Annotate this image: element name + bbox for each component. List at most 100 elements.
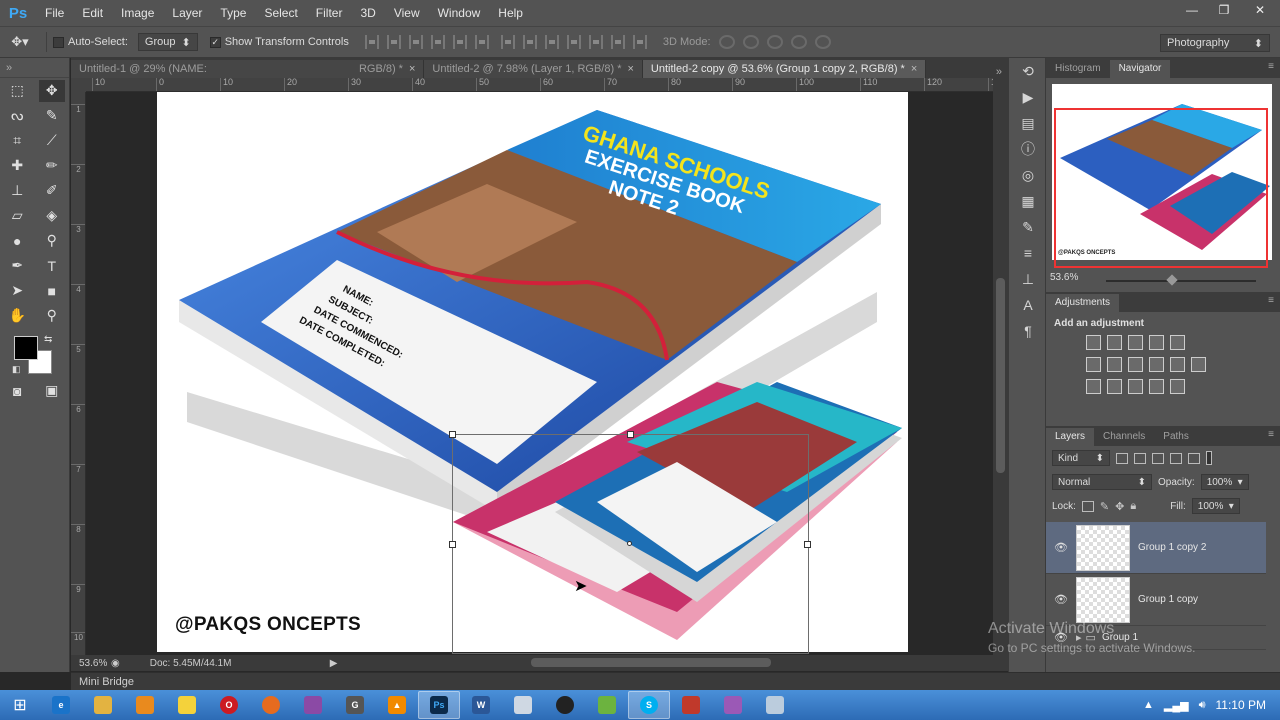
levels-icon[interactable] (1107, 335, 1122, 350)
layer-name[interactable]: Group 1 copy 2 (1138, 542, 1206, 553)
zoom-icon[interactable]: ◉ (111, 658, 120, 669)
align-bottom-icon[interactable] (408, 35, 423, 49)
navigator-thumbnail[interactable]: @PAKQS ONCEPTS (1052, 84, 1272, 268)
navigator-zoom-slider[interactable] (1106, 274, 1256, 286)
panel-menu-icon[interactable]: ≡ (1268, 295, 1274, 306)
tab-paths[interactable]: Paths (1154, 428, 1198, 446)
toolbox-collapse-icon[interactable]: » (0, 58, 69, 78)
align-left-icon[interactable] (430, 35, 445, 49)
tab-channels[interactable]: Channels (1094, 428, 1154, 446)
taskbar-app-icon[interactable] (292, 691, 334, 719)
taskbar-ie-icon[interactable]: e (40, 691, 82, 719)
history-brush-tool-icon[interactable]: ✐ (39, 180, 65, 202)
swap-colors-icon[interactable]: ⇆ (44, 334, 52, 345)
layer-row[interactable]: 👁︎ Group 1 copy 2 (1046, 522, 1266, 574)
taskbar-clock[interactable]: 11:10 PM (1216, 698, 1266, 712)
character-panel-icon[interactable]: A (1009, 292, 1047, 318)
history-panel-icon[interactable]: ⟲ (1009, 58, 1047, 84)
brush-tool-icon[interactable]: ✏ (39, 155, 65, 177)
swatches-panel-icon[interactable]: ▦ (1009, 188, 1047, 214)
rectangle-tool-icon[interactable]: ■ (39, 280, 65, 302)
canvas-vertical-scrollbar[interactable] (993, 78, 1008, 655)
auto-align-icon[interactable] (632, 35, 647, 49)
pen-tool-icon[interactable]: ✒ (4, 255, 30, 277)
brightness-contrast-icon[interactable] (1086, 335, 1101, 350)
info-panel-icon[interactable]: ⓘ (1009, 136, 1047, 162)
brush-presets-panel-icon[interactable]: ✎ (1009, 214, 1047, 240)
show-transform-checkbox[interactable]: ✓ (209, 36, 221, 48)
taskbar-app-icon[interactable] (544, 691, 586, 719)
visibility-eye-icon[interactable]: 👁︎ (1046, 593, 1076, 606)
vertical-ruler[interactable]: 1 2 3 4 5 6 7 8 9 10 (71, 92, 86, 655)
3d-rotate-icon[interactable] (718, 35, 735, 49)
transform-handle-top[interactable] (627, 431, 634, 438)
status-menu-arrow-icon[interactable]: ▶ (330, 658, 338, 669)
taskbar-vlc-icon[interactable]: ▲ (376, 691, 418, 719)
distribute-hcenter-icon[interactable] (588, 35, 603, 49)
hue-saturation-icon[interactable] (1086, 357, 1101, 372)
taskbar-app-icon[interactable] (670, 691, 712, 719)
horizontal-scroll-thumb[interactable] (531, 658, 771, 667)
show-transform-toggle[interactable]: ✓ Show Transform Controls (209, 36, 349, 48)
network-icon[interactable]: ▂▄▆ (1164, 699, 1189, 712)
paragraph-panel-icon[interactable]: ¶ (1009, 318, 1047, 344)
menu-file[interactable]: File (36, 0, 73, 26)
distribute-top-icon[interactable] (500, 35, 515, 49)
foreground-color-swatch[interactable] (14, 336, 38, 360)
posterize-icon[interactable] (1107, 379, 1122, 394)
zoom-tool-icon[interactable]: ⚲ (39, 305, 65, 327)
taskbar-app-icon[interactable] (124, 691, 166, 719)
3d-slide-icon[interactable] (790, 35, 807, 49)
menu-view[interactable]: View (385, 0, 429, 26)
menu-window[interactable]: Window (429, 0, 490, 26)
type-tool-icon[interactable]: T (39, 255, 65, 277)
vibrance-icon[interactable] (1170, 335, 1185, 350)
lock-position-icon[interactable]: ✥ (1115, 500, 1124, 513)
zoom-slider-thumb[interactable] (1166, 274, 1178, 286)
vertical-scroll-thumb[interactable] (996, 278, 1005, 473)
brush-panel-icon[interactable]: ≡ (1009, 240, 1047, 266)
color-lookup-icon[interactable] (1191, 357, 1206, 372)
invert-icon[interactable] (1086, 379, 1101, 394)
lasso-tool-icon[interactable]: ᔓ (4, 105, 30, 127)
menu-help[interactable]: Help (489, 0, 532, 26)
clone-stamp-tool-icon[interactable]: ⊥ (4, 180, 30, 202)
move-tool-preset-icon[interactable]: ✥▾ (0, 34, 40, 50)
transform-center-point[interactable] (627, 541, 632, 546)
taskbar-app-icon[interactable] (502, 691, 544, 719)
blur-tool-icon[interactable]: ● (4, 230, 30, 252)
3d-roll-icon[interactable] (742, 35, 759, 49)
tab-untitled-2[interactable]: Untitled-2 @ 7.98% (Layer 1, RGB/8) * × (424, 60, 643, 78)
start-button[interactable]: ⊞ (0, 690, 40, 720)
distribute-bottom-icon[interactable] (544, 35, 559, 49)
marquee-tool-icon[interactable]: ⬚ (4, 80, 30, 102)
lock-transparent-icon[interactable] (1081, 500, 1094, 512)
panel-menu-icon[interactable]: ≡ (1268, 61, 1274, 72)
menu-image[interactable]: Image (112, 0, 163, 26)
black-white-icon[interactable] (1128, 357, 1143, 372)
filter-type-icon[interactable] (1152, 452, 1164, 464)
menu-3d[interactable]: 3D (351, 0, 384, 26)
blend-mode-dropdown[interactable]: Normal ⬍ (1052, 474, 1152, 490)
fill-input[interactable]: 100% ▾ (1191, 498, 1240, 514)
gradient-map-icon[interactable] (1149, 379, 1164, 394)
tab-navigator[interactable]: Navigator (1109, 60, 1171, 78)
document-info[interactable]: Doc: 5.45M/44.1M (120, 658, 330, 669)
eraser-tool-icon[interactable]: ▱ (4, 205, 30, 227)
filter-shape-icon[interactable] (1170, 452, 1182, 464)
menu-edit[interactable]: Edit (73, 0, 112, 26)
auto-select-toggle[interactable]: Auto-Select: (53, 36, 128, 48)
more-tabs-icon[interactable]: » (990, 66, 1008, 78)
3d-panel-icon[interactable]: ◎ (1009, 162, 1047, 188)
screen-mode-icon[interactable]: ▣ (39, 380, 65, 402)
taskbar-word-icon[interactable]: W (460, 691, 502, 719)
opacity-input[interactable]: 100% ▾ (1200, 474, 1249, 490)
auto-select-checkbox[interactable] (53, 36, 64, 48)
menu-filter[interactable]: Filter (307, 0, 352, 26)
filter-smartobject-icon[interactable] (1188, 452, 1200, 464)
default-colors-icon[interactable]: ◧ (12, 364, 21, 375)
navigator-view-box[interactable] (1054, 108, 1268, 268)
layer-filter-dropdown[interactable]: Kind ⬍ (1052, 450, 1110, 466)
filter-pixel-icon[interactable] (1116, 452, 1128, 464)
canvas-area[interactable]: GHANA SCHOOLS EXERCISE BOOK NOTE 2 NAME:… (86, 92, 993, 655)
